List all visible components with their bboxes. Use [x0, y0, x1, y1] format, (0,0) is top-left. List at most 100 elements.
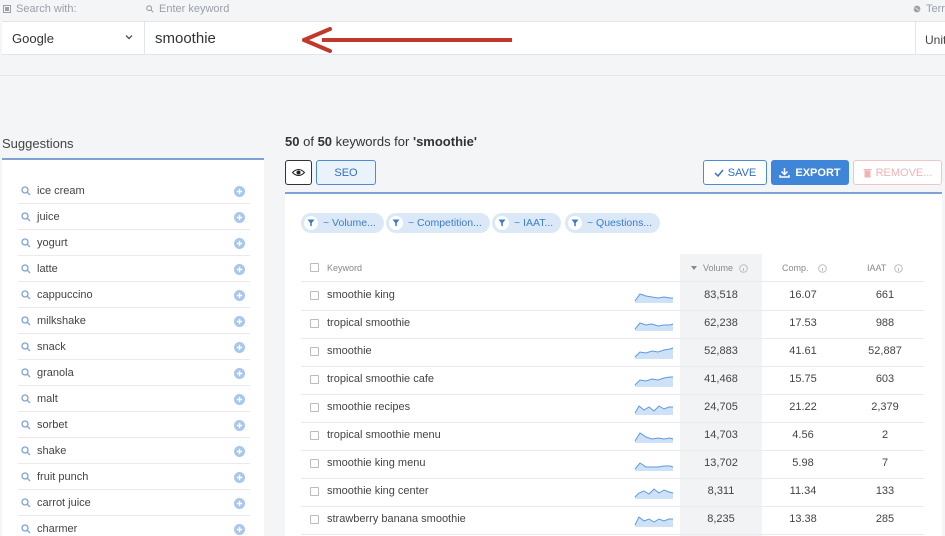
row-divider — [301, 366, 924, 367]
select-all-checkbox[interactable] — [310, 263, 319, 272]
suggestion-item[interactable]: carrot juice — [18, 490, 250, 516]
suggestion-item[interactable]: cappuccino — [18, 282, 250, 308]
suggestion-item[interactable]: shake — [18, 438, 250, 464]
row-checkbox[interactable] — [310, 291, 319, 300]
row-checkbox[interactable] — [310, 375, 319, 384]
suggestion-item[interactable]: yogurt — [18, 230, 250, 256]
filter-icon — [389, 216, 403, 230]
view-toggle-button[interactable] — [285, 160, 312, 185]
globe-icon — [913, 5, 921, 13]
row-checkbox[interactable] — [310, 515, 319, 524]
add-icon[interactable] — [234, 394, 245, 405]
comp-cell: 11.34 — [789, 485, 817, 497]
add-icon[interactable] — [234, 420, 245, 431]
suggestion-label: shake — [37, 444, 67, 457]
add-icon[interactable] — [234, 316, 245, 327]
add-icon[interactable] — [234, 264, 245, 275]
suggestion-item[interactable]: ice cream — [18, 178, 250, 204]
seo-button[interactable]: SEO — [316, 160, 376, 185]
add-icon[interactable] — [234, 472, 245, 483]
suggestion-label: sorbet — [37, 418, 68, 431]
filter-icon — [304, 216, 318, 230]
suggestions-panel: ice cream juice yogurt latte cappuccino milks… — [2, 158, 264, 536]
suggestion-label: carrot juice — [37, 496, 91, 509]
suggestion-item[interactable]: snack — [18, 334, 250, 360]
row-checkbox[interactable] — [310, 431, 319, 440]
keywords-panel: ~ Volume... ~ Competition... ~ IAAT... ~… — [285, 192, 942, 536]
keyword-cell: smoothie king center — [327, 485, 429, 497]
search-icon — [21, 289, 31, 299]
suggestion-item[interactable]: charmer — [18, 516, 250, 536]
filter-chip-competition[interactable]: ~ Competition... — [386, 213, 490, 233]
comp-cell: 17.53 — [789, 317, 817, 329]
suggestion-item[interactable]: granola — [18, 360, 250, 386]
search-icon — [21, 367, 31, 377]
suggestions-title: Suggestions — [2, 136, 74, 151]
volume-cell: 8,311 — [707, 485, 735, 497]
territory-select[interactable]: Unit — [915, 22, 945, 54]
add-icon[interactable] — [234, 212, 245, 223]
suggestion-item[interactable]: latte — [18, 256, 250, 282]
add-icon[interactable] — [234, 498, 245, 509]
row-checkbox[interactable] — [310, 319, 319, 328]
row-divider — [301, 534, 924, 535]
row-checkbox[interactable] — [310, 459, 319, 468]
comp-cell: 15.75 — [789, 373, 817, 385]
suggestion-item[interactable]: milkshake — [18, 308, 250, 334]
save-button[interactable]: SAVE — [703, 160, 767, 185]
filter-chip-volume[interactable]: ~ Volume... — [301, 213, 384, 233]
add-icon[interactable] — [234, 342, 245, 353]
territory-label: Terr — [913, 3, 945, 15]
trend-sparkline — [634, 432, 674, 443]
remove-button[interactable]: REMOVE... — [853, 160, 942, 185]
search-icon — [21, 237, 31, 247]
volume-cell: 13,702 — [704, 457, 738, 469]
suggestion-item[interactable]: sorbet — [18, 412, 250, 438]
filter-chip-questions[interactable]: ~ Questions... — [565, 213, 661, 233]
comp-cell: 4.56 — [792, 429, 814, 441]
add-icon[interactable] — [234, 446, 245, 457]
suggestion-item[interactable]: malt — [18, 386, 250, 412]
volume-cell: 14,703 — [704, 429, 738, 441]
add-icon[interactable] — [234, 368, 245, 379]
annotation-arrow — [302, 27, 512, 53]
add-icon[interactable] — [234, 290, 245, 301]
keyword-cell: tropical smoothie — [327, 317, 411, 329]
row-divider — [301, 394, 924, 395]
row-checkbox[interactable] — [310, 347, 319, 356]
add-icon[interactable] — [234, 524, 245, 535]
export-button[interactable]: EXPORT — [771, 160, 849, 185]
iaat-cell: 133 — [875, 485, 895, 497]
column-header-comp[interactable]: Comp. — [782, 263, 827, 273]
search-icon — [21, 471, 31, 481]
suggestion-label: malt — [37, 392, 58, 405]
filter-chip-iaat[interactable]: ~ IAAT... — [492, 213, 562, 233]
keyword-label: Enter keyword — [146, 3, 229, 15]
suggestion-item[interactable]: juice — [18, 204, 250, 230]
keyword-cell: smoothie king menu — [327, 457, 426, 469]
search-icon — [21, 211, 31, 221]
row-divider — [301, 310, 924, 311]
check-icon — [714, 169, 724, 177]
add-icon[interactable] — [234, 238, 245, 249]
row-checkbox[interactable] — [310, 487, 319, 496]
search-icon — [21, 315, 31, 325]
iaat-cell: 2 — [881, 429, 889, 441]
keyword-input[interactable] — [146, 22, 914, 54]
suggestion-label: granola — [37, 366, 74, 379]
row-checkbox[interactable] — [310, 403, 319, 412]
search-icon — [21, 393, 31, 403]
column-header-iaat[interactable]: IAAT — [867, 263, 904, 273]
column-header-keyword[interactable]: Keyword — [327, 263, 362, 273]
suggestion-item[interactable]: fruit punch — [18, 464, 250, 490]
keyword-cell: smoothie — [327, 345, 372, 357]
filter-icon — [568, 216, 582, 230]
add-icon[interactable] — [234, 186, 245, 197]
engine-select[interactable]: Google — [2, 22, 145, 54]
suggestion-label: yogurt — [37, 236, 68, 249]
comp-cell: 21.22 — [789, 401, 817, 413]
suggestion-label: snack — [37, 340, 66, 353]
trend-sparkline — [634, 293, 673, 303]
comp-cell: 13.38 — [789, 513, 817, 525]
column-header-volume[interactable]: Volume — [691, 263, 748, 273]
